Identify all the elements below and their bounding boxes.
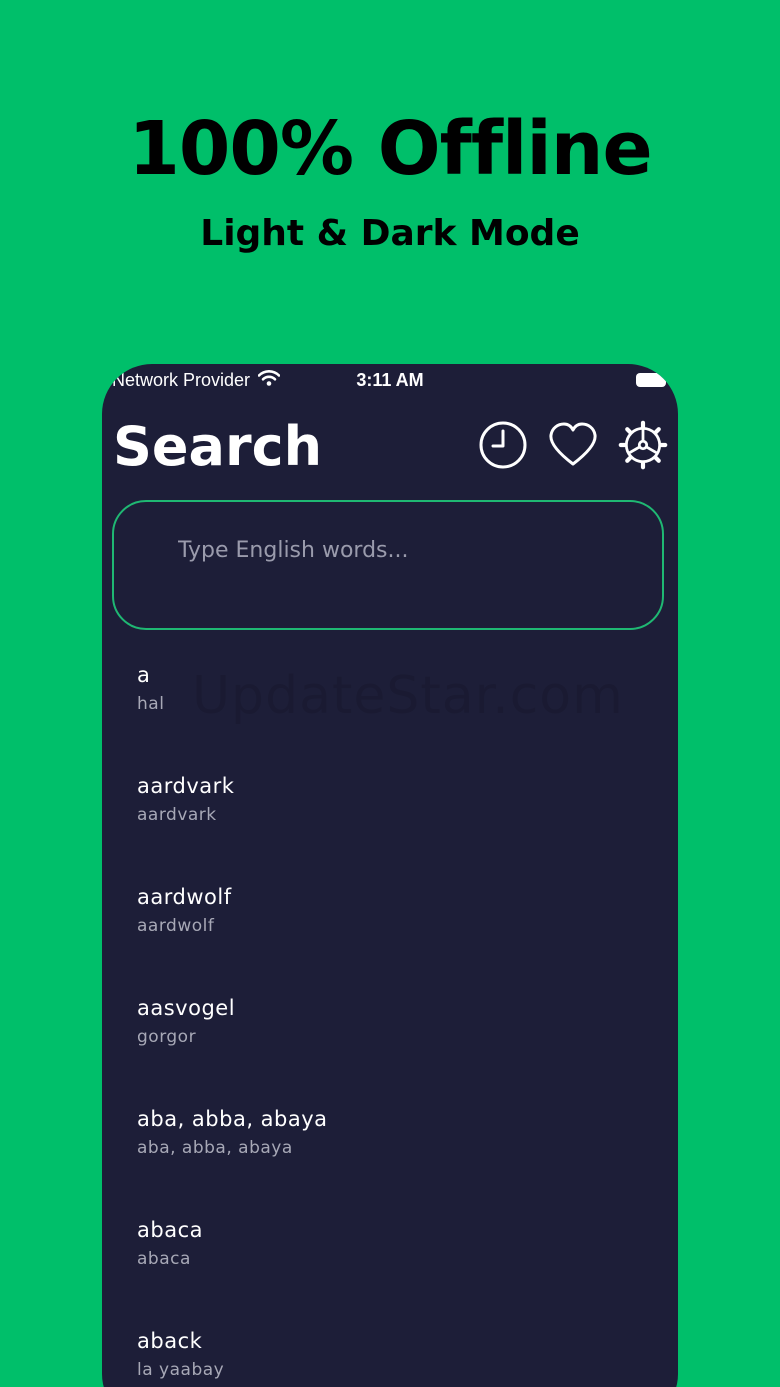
header-actions — [478, 420, 668, 470]
list-item[interactable]: aardwolf aardwolf — [102, 882, 678, 993]
word-term: a — [137, 663, 151, 687]
word-term: abaca — [137, 1218, 203, 1242]
word-term: aardwolf — [137, 885, 232, 909]
promo-title: 100% Offline — [128, 106, 652, 192]
phone-screen: Network Provider 3:11 AM Search Type Eng… — [102, 364, 678, 1387]
settings-icon — [618, 420, 668, 470]
list-item[interactable]: aardvark aardvark — [102, 771, 678, 882]
list-item[interactable]: aback la yaabay — [102, 1326, 678, 1387]
word-translation: gorgor — [137, 1027, 197, 1047]
word-term: aardvark — [137, 774, 235, 798]
search-field[interactable] — [112, 500, 664, 630]
search-input[interactable] — [176, 530, 648, 570]
list-item[interactable]: aba, abba, abaya aba, abba, abaya — [102, 1104, 678, 1215]
word-translation: aardwolf — [137, 916, 215, 936]
favorites-button[interactable] — [548, 420, 598, 470]
page-title: Search — [113, 415, 323, 478]
word-term: aasvogel — [137, 996, 236, 1020]
battery-icon — [636, 373, 669, 387]
status-time: 3:11 AM — [356, 370, 424, 390]
list-item[interactable]: aasvogel gorgor — [102, 993, 678, 1104]
list-item[interactable]: abaca abaca — [102, 1215, 678, 1326]
word-term: aback — [137, 1329, 203, 1353]
word-term: aba, abba, abaya — [137, 1107, 328, 1131]
list-item[interactable]: a hal — [102, 660, 678, 771]
word-translation: abaca — [137, 1249, 191, 1269]
favorites-icon — [549, 422, 597, 466]
promo-subtitle: Light & Dark Mode — [200, 213, 580, 254]
status-bar: Network Provider 3:11 AM — [102, 364, 678, 398]
word-translation: aardvark — [137, 805, 217, 825]
word-translation: hal — [137, 694, 165, 714]
word-list: a hal aardvark aardvark aardwolf aardwol… — [102, 660, 678, 1387]
word-translation: aba, abba, abaya — [137, 1138, 293, 1158]
history-icon — [479, 421, 527, 469]
history-button[interactable] — [478, 420, 528, 470]
settings-button[interactable] — [618, 420, 668, 470]
word-translation: la yaabay — [137, 1360, 225, 1380]
